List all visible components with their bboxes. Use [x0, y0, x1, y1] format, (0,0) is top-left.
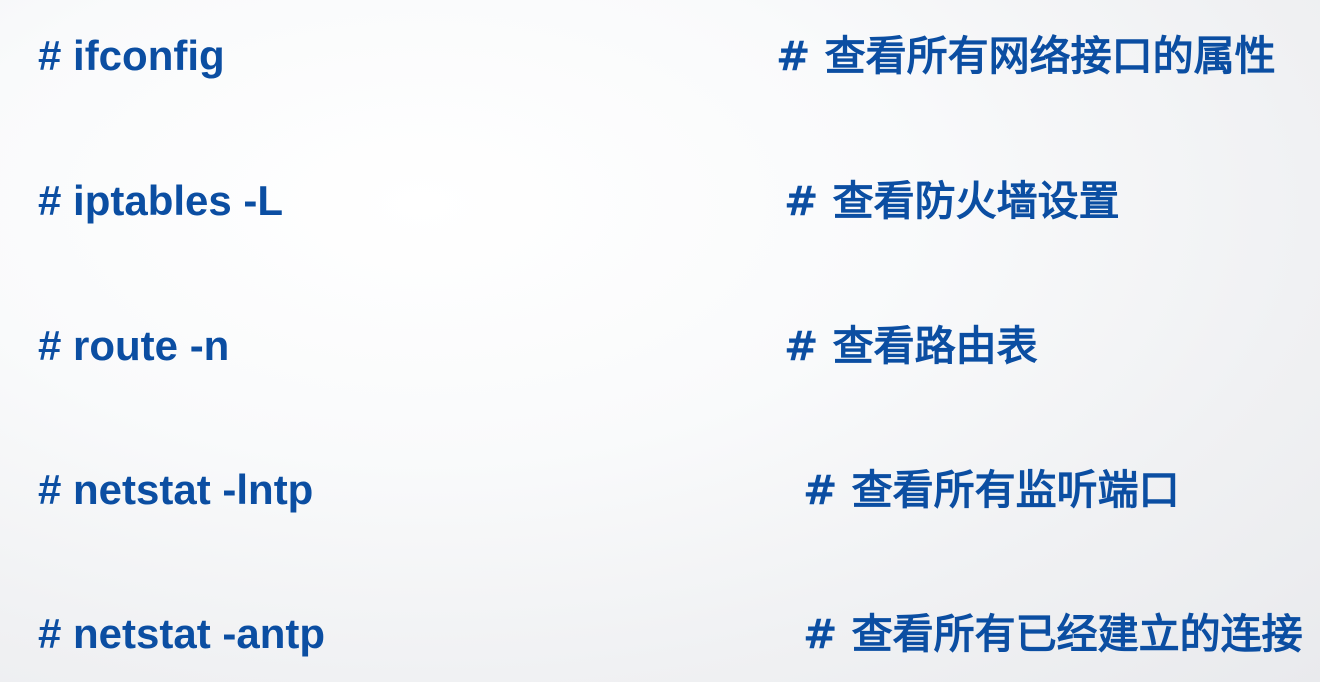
command-comment: # 查看所有监听端口	[803, 466, 1180, 514]
command-text: # netstat -lntp	[38, 466, 314, 513]
command-row-netstat-antp: # netstat -antp # 查看所有已经建立的连接	[0, 604, 1320, 664]
slide: # ifconfig # 查看所有网络接口的属性 # iptables -L #…	[0, 0, 1320, 682]
command-row-netstat-lntp: # netstat -lntp # 查看所有监听端口	[0, 460, 1320, 520]
command-row-ifconfig: # ifconfig # 查看所有网络接口的属性	[0, 26, 1320, 86]
command-comment: # 查看路由表	[784, 322, 1038, 370]
command-text: # route -n	[38, 322, 230, 369]
command-text: # iptables -L	[38, 177, 284, 224]
command-row-iptables: # iptables -L # 查看防火墙设置	[0, 171, 1320, 231]
command-comment: # 查看所有已经建立的连接	[803, 610, 1303, 658]
command-comment: # 查看所有网络接口的属性	[776, 32, 1276, 80]
command-comment: # 查看防火墙设置	[784, 177, 1120, 225]
command-text: # ifconfig	[38, 32, 225, 79]
command-text: # netstat -antp	[38, 610, 326, 657]
command-row-route: # route -n # 查看路由表	[0, 316, 1320, 376]
